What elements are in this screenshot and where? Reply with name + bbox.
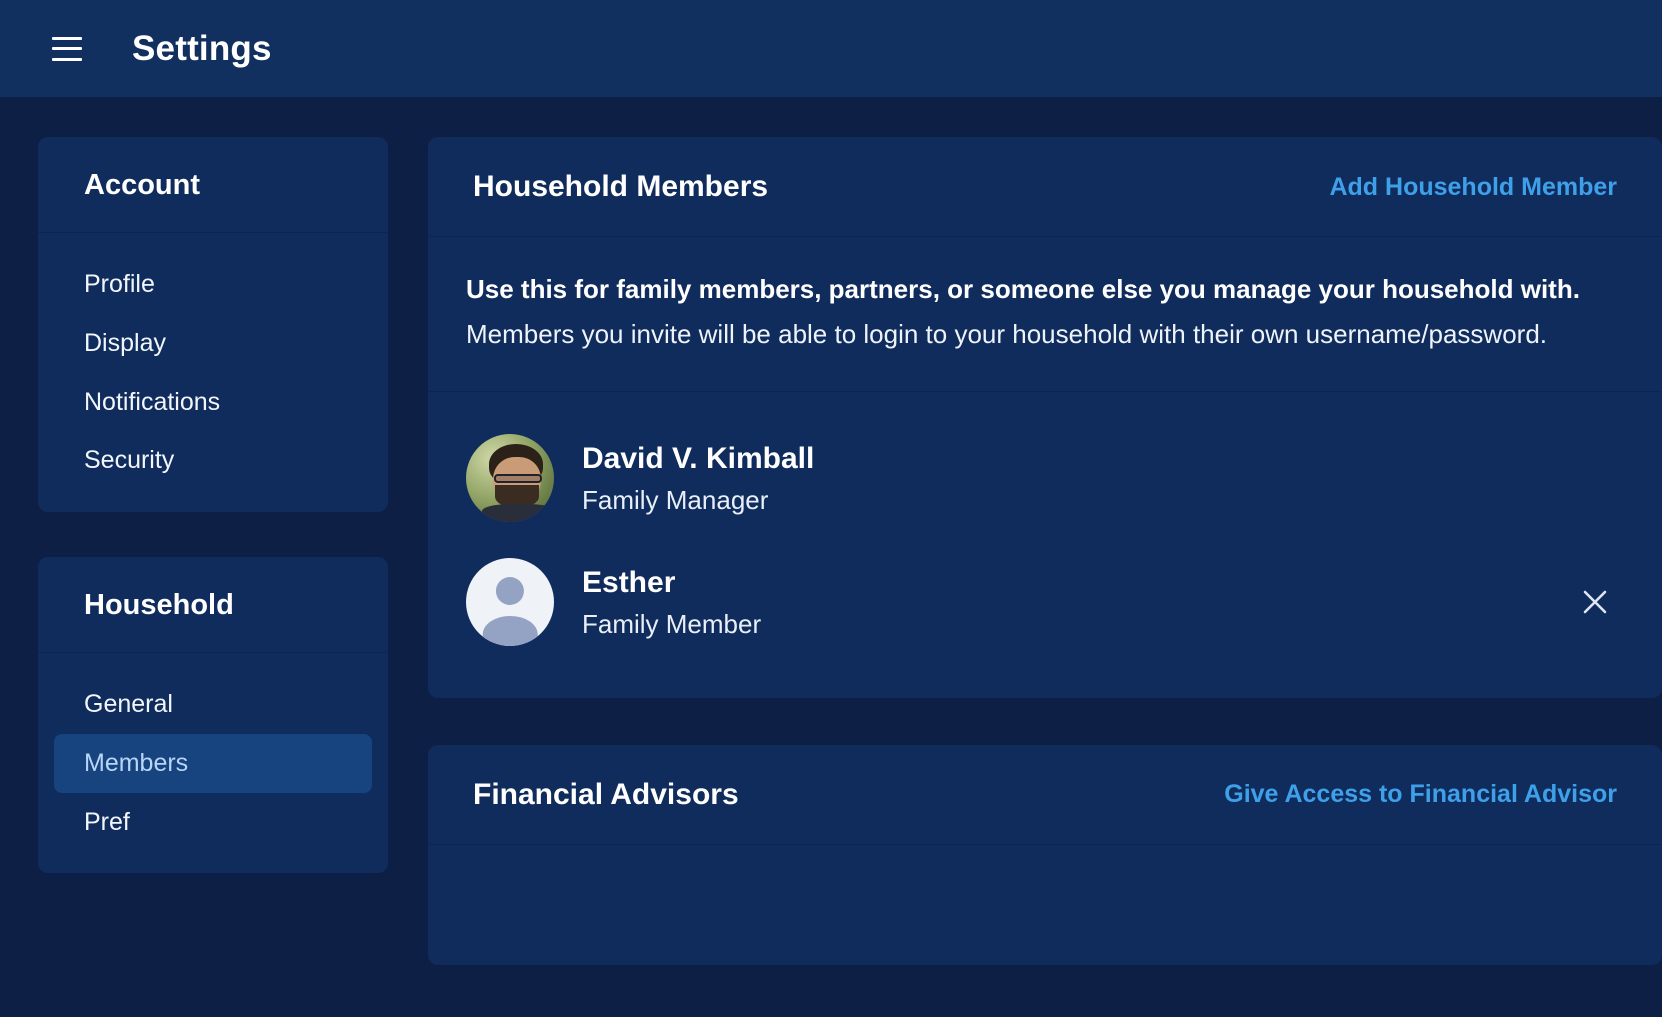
sidebar-group-account-list: Profile Display Notifications Security <box>38 233 388 512</box>
sidebar-group-account-title: Account <box>38 137 388 233</box>
sidebar-group-account: Account Profile Display Notifications Se… <box>38 137 388 512</box>
sidebar-item-members[interactable]: Members <box>54 733 372 793</box>
give-access-to-financial-advisor-button[interactable]: Give Access to Financial Advisor <box>1224 780 1617 809</box>
household-members-description-bold: Use this for family members, partners, o… <box>466 274 1580 304</box>
household-members-title: Household Members <box>473 170 769 203</box>
sidebar-item-general[interactable]: General <box>54 675 372 734</box>
app-header: Settings <box>0 0 1662 97</box>
sidebar-group-household: Household General Members Pref <box>38 557 388 874</box>
household-member-row: Esther Family Member <box>428 540 1662 664</box>
financial-advisors-card: Financial Advisors Give Access to Financ… <box>428 744 1662 965</box>
hamburger-bar <box>52 36 82 40</box>
hamburger-bar <box>52 57 82 61</box>
household-member-row: David V. Kimball Family Manager <box>428 416 1662 540</box>
household-members-description-rest: Members you invite will be able to login… <box>466 318 1548 349</box>
household-member-list: David V. Kimball Family Manager Esther F… <box>428 392 1662 698</box>
add-household-member-button[interactable]: Add Household Member <box>1329 173 1617 202</box>
household-members-card: Household Members Add Household Member U… <box>428 137 1662 698</box>
sidebar-item-profile[interactable]: Profile <box>54 255 372 314</box>
avatar-silhouette-head <box>495 577 525 606</box>
sidebar-item-security[interactable]: Security <box>54 431 372 490</box>
sidebar-group-household-list: General Members Pref <box>38 653 388 873</box>
household-member-info: David V. Kimball Family Manager <box>582 439 814 518</box>
household-member-role: Family Member <box>582 608 762 639</box>
sidebar-item-preferences[interactable]: Pref <box>54 793 372 852</box>
household-members-description: Use this for family members, partners, o… <box>428 237 1662 392</box>
household-members-card-header: Household Members Add Household Member <box>428 137 1662 237</box>
settings-sidebar: Account Profile Display Notifications Se… <box>38 137 388 918</box>
settings-main-content: Household Members Add Household Member U… <box>428 137 1662 1012</box>
hamburger-bar <box>52 47 82 50</box>
avatar-glasses <box>494 473 542 484</box>
sidebar-group-household-title: Household <box>38 557 388 653</box>
household-member-role: Family Manager <box>582 484 769 515</box>
avatar <box>466 433 554 522</box>
avatar <box>466 557 554 646</box>
page-body: Account Profile Display Notifications Se… <box>0 97 1662 1017</box>
close-icon[interactable] <box>1578 585 1612 619</box>
financial-advisors-body <box>428 845 1662 965</box>
hamburger-menu-icon[interactable] <box>52 36 82 61</box>
sidebar-item-display[interactable]: Display <box>54 314 372 373</box>
household-member-name: Esther <box>582 565 676 599</box>
financial-advisors-card-header: Financial Advisors Give Access to Financ… <box>428 745 1662 845</box>
financial-advisors-title: Financial Advisors <box>473 777 739 811</box>
household-member-name: David V. Kimball <box>582 441 815 475</box>
avatar-suit <box>481 504 554 522</box>
sidebar-item-notifications[interactable]: Notifications <box>54 373 372 432</box>
avatar-silhouette-body <box>482 616 538 646</box>
household-member-info: Esther Family Member <box>582 563 761 642</box>
page-title: Settings <box>132 28 272 68</box>
